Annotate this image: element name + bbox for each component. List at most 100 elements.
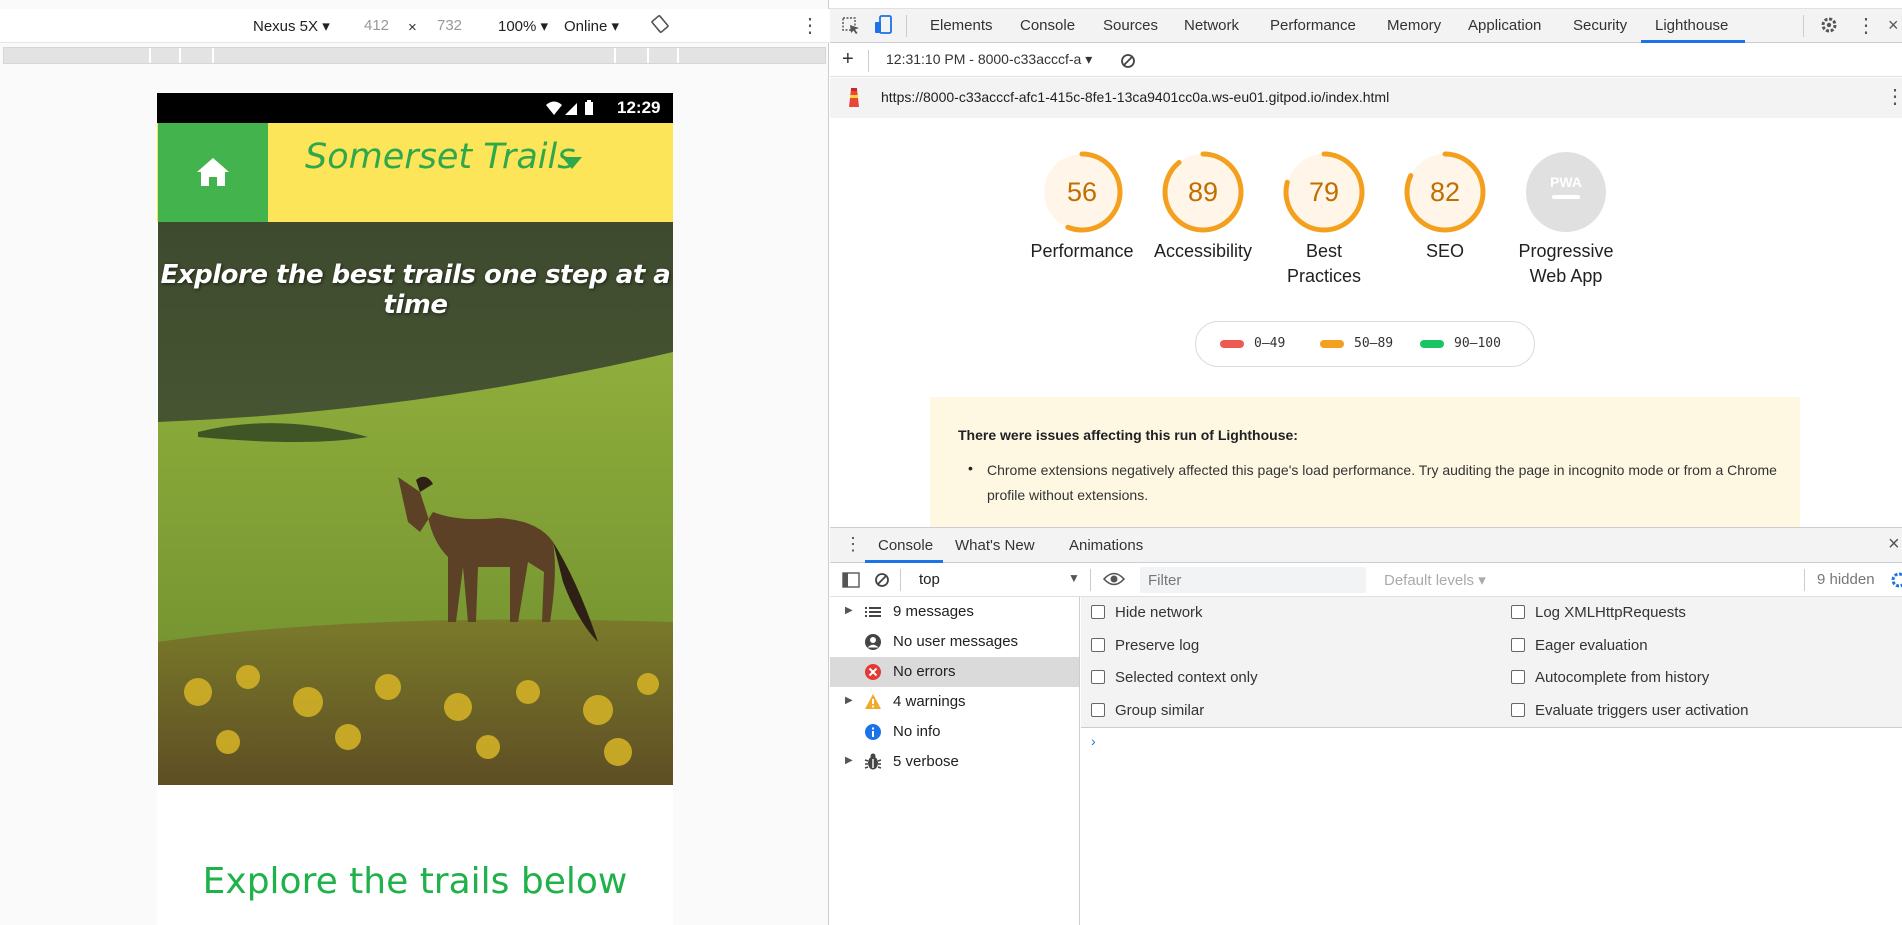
legend-fail: 0–49	[1220, 336, 1285, 351]
close-drawer-icon[interactable]: ×	[1888, 533, 1900, 556]
phone-viewport: 12:29 Somerset Trails Explore the best t…	[157, 93, 673, 925]
svg-text:PWA: PWA	[1550, 174, 1582, 190]
report-url[interactable]: https://8000-c33acccf-afc1-415c-8fe1-13c…	[881, 89, 1389, 105]
run-warnings-box: There were issues affecting this run of …	[930, 397, 1800, 527]
sidebar-toggle-icon[interactable]	[842, 572, 860, 588]
hero-title: Explore the best trails one step at a ti…	[160, 260, 671, 320]
expand-arrow-icon[interactable]: ▶	[845, 605, 853, 616]
console-settings-icon[interactable]	[1890, 571, 1902, 589]
report-menu-icon[interactable]: ⋮	[1885, 84, 1902, 109]
site-navbar: Somerset Trails	[157, 123, 673, 222]
tab-application[interactable]: Application	[1468, 17, 1541, 34]
width-input[interactable]: 412	[364, 17, 389, 34]
gauge-label: Accessibility	[1153, 241, 1253, 261]
expand-arrow-icon[interactable]: ▶	[845, 755, 853, 766]
sidebar-item-errors[interactable]: No errors	[830, 657, 1079, 687]
autocomplete-history-checkbox[interactable]: Autocomplete from history	[1511, 669, 1709, 686]
gauge-label: Performance	[1030, 241, 1134, 261]
legend-pass: 90–100	[1420, 336, 1501, 351]
device-toolbar: Nexus 5X ▾ 412 × 732 100% ▾ Online ▾ ⋮	[0, 9, 829, 43]
trails-heading: Explore the trails below	[202, 861, 628, 902]
clear-console-icon[interactable]	[874, 572, 890, 588]
tab-console[interactable]: Console	[1020, 17, 1075, 34]
more-options-icon[interactable]: ⋮	[800, 13, 820, 38]
eager-evaluation-checkbox[interactable]: Eager evaluation	[1511, 637, 1648, 654]
filter-input[interactable]: Filter	[1140, 567, 1366, 593]
warning-icon	[865, 694, 881, 709]
gauge-seo[interactable]: 82 SEO	[1385, 150, 1505, 264]
sidebar-item-warnings[interactable]: ▶ 4 warnings	[830, 687, 1079, 717]
zoom-select[interactable]: 100% ▾	[498, 17, 548, 35]
clear-reports-icon[interactable]	[1120, 53, 1136, 69]
hidden-count: 9 hidden	[1817, 571, 1875, 588]
drawer-tab-animations[interactable]: Animations	[1069, 537, 1143, 554]
dimension-separator: ×	[408, 19, 417, 36]
score-ring: 89	[1162, 151, 1244, 233]
expand-arrow-icon[interactable]: ▶	[845, 695, 853, 706]
tab-sources[interactable]: Sources	[1103, 17, 1158, 34]
device-toggle-icon[interactable]	[874, 15, 892, 35]
home-icon	[197, 158, 229, 186]
score-value: 56	[1067, 177, 1097, 207]
context-dropdown-icon[interactable]: ▼	[1068, 571, 1080, 585]
evaluate-triggers-checkbox[interactable]: Evaluate triggers user activation	[1511, 702, 1748, 719]
tab-elements[interactable]: Elements	[930, 17, 993, 34]
caret-down-icon[interactable]	[561, 156, 583, 170]
score-value: 82	[1430, 177, 1460, 207]
score-value: 89	[1188, 177, 1218, 207]
media-query-ruler[interactable]	[3, 47, 826, 64]
context-select[interactable]: top	[919, 571, 940, 588]
close-devtools-icon[interactable]: ×	[1888, 15, 1899, 36]
log-xhr-checkbox[interactable]: Log XMLHttpRequests	[1511, 604, 1686, 621]
gauge-pwa[interactable]: PWA Progressive Web App	[1506, 150, 1626, 289]
new-report-icon[interactable]: +	[842, 48, 854, 71]
gauge-best-practices[interactable]: 79 Best Practices	[1264, 150, 1384, 289]
network-throttle-select[interactable]: Online ▾	[564, 17, 619, 35]
gauge-accessibility[interactable]: 89 Accessibility	[1143, 150, 1263, 264]
console-prompt-icon[interactable]: ›	[1091, 733, 1096, 749]
group-similar-checkbox[interactable]: Group similar	[1091, 702, 1204, 719]
drawer-menu-icon[interactable]: ⋮	[844, 534, 862, 555]
sidebar-item-verbose[interactable]: ▶ 5 verbose	[830, 747, 1079, 777]
drawer-tabbar: ⋮ Console What's New Animations ×	[830, 527, 1902, 563]
eye-icon[interactable]	[1103, 572, 1125, 586]
list-icon	[865, 607, 881, 617]
inspect-element-icon[interactable]	[842, 17, 860, 35]
legend-average: 50–89	[1320, 336, 1393, 351]
height-input[interactable]: 732	[437, 17, 462, 34]
device-select[interactable]: Nexus 5X ▾	[253, 17, 330, 35]
devtools-menu-icon[interactable]: ⋮	[1856, 13, 1876, 38]
sidebar-item-info[interactable]: No info	[830, 717, 1079, 747]
gauge-performance[interactable]: 56 Performance	[1022, 150, 1142, 264]
preserve-log-checkbox[interactable]: Preserve log	[1091, 637, 1199, 654]
gear-icon[interactable]	[1820, 16, 1838, 34]
rotate-icon[interactable]	[651, 15, 669, 37]
hide-network-checkbox[interactable]: Hide network	[1091, 604, 1203, 621]
warning-item: Chrome extensions negatively affected th…	[987, 462, 1777, 503]
score-ring: 82	[1404, 151, 1486, 233]
selected-context-checkbox[interactable]: Selected context only	[1091, 669, 1258, 686]
phone-status-bar: 12:29	[157, 93, 673, 123]
gauge-label: Progressive Web App	[1518, 241, 1614, 286]
device-emulator-panel: Nexus 5X ▾ 412 × 732 100% ▾ Online ▾ ⋮ 1…	[0, 0, 829, 925]
console-toolbar: top ▼ Filter Default levels ▾ 9 hidden	[830, 563, 1902, 597]
score-value: 79	[1309, 177, 1339, 207]
brand-title[interactable]: Somerset Trails	[305, 137, 575, 177]
tab-security[interactable]: Security	[1573, 17, 1627, 34]
report-select[interactable]: 12:31:10 PM - 8000-c33acccf-a ▾	[886, 51, 1092, 68]
drawer-tab-console[interactable]: Console	[878, 537, 933, 554]
tab-lighthouse[interactable]: Lighthouse	[1655, 17, 1728, 34]
drawer-tab-whats-new[interactable]: What's New	[955, 537, 1035, 554]
bullet: •	[968, 460, 973, 476]
sidebar-item-user-messages[interactable]: No user messages	[830, 627, 1079, 657]
console-sidebar: ▶ 9 messages No user messages No errors …	[830, 597, 1080, 925]
sidebar-item-messages[interactable]: ▶ 9 messages	[830, 597, 1079, 627]
home-button[interactable]	[158, 123, 268, 222]
tab-network[interactable]: Network	[1184, 17, 1239, 34]
log-levels-select[interactable]: Default levels ▾	[1384, 571, 1486, 589]
tab-memory[interactable]: Memory	[1387, 17, 1441, 34]
tab-performance[interactable]: Performance	[1270, 17, 1356, 34]
gauge-label: Best Practices	[1286, 241, 1362, 286]
score-ring: 56	[1041, 151, 1123, 233]
phone-clock: 12:29	[617, 98, 661, 117]
